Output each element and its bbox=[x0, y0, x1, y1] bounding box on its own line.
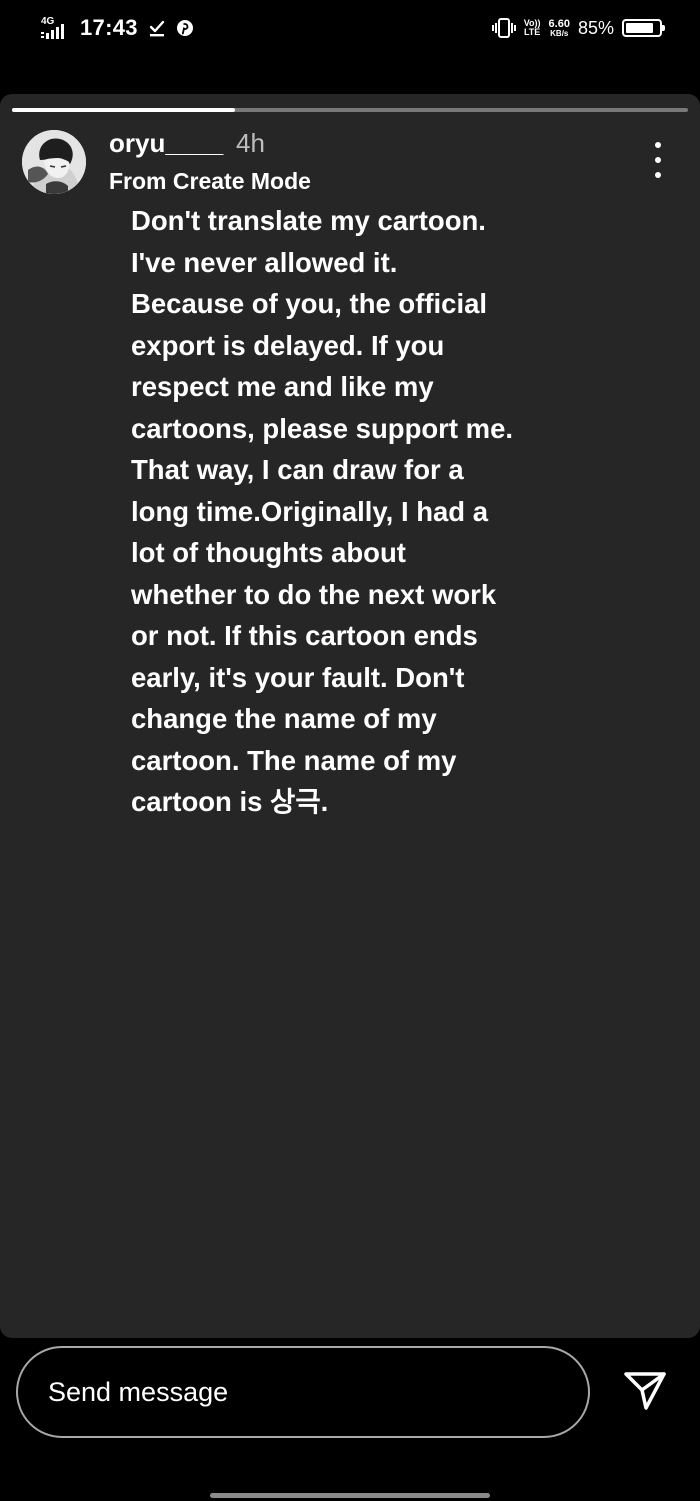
status-bar: 4G 17:43 Vo)) LTE 6.60 KB/s 85% bbox=[0, 0, 700, 56]
battery-icon bbox=[622, 19, 665, 37]
more-dot bbox=[655, 157, 661, 163]
more-dot bbox=[655, 172, 661, 178]
status-bar-left: 4G 17:43 bbox=[40, 10, 194, 46]
story-viewer[interactable]: oryu____ 4h From Create Mode Don't trans… bbox=[0, 94, 700, 1338]
vibrate-icon bbox=[491, 18, 516, 38]
lte-label: LTE bbox=[523, 27, 541, 37]
avatar[interactable] bbox=[22, 130, 86, 194]
battery-percent: 85% bbox=[577, 17, 614, 38]
send-icon[interactable] bbox=[620, 1366, 670, 1416]
network-speed-value: 6.60 bbox=[548, 17, 570, 30]
pinterest-icon bbox=[176, 19, 194, 37]
send-message-input[interactable] bbox=[16, 1346, 590, 1438]
volte-indicator: Vo)) LTE bbox=[524, 19, 541, 37]
story-username[interactable]: oryu____ bbox=[109, 128, 223, 159]
story-progress-fill bbox=[12, 108, 236, 112]
battery-level-fill bbox=[626, 23, 653, 33]
clock: 17:43 bbox=[80, 15, 138, 40]
story-timestamp: 4h bbox=[236, 128, 265, 158]
network-speed: 6.60 KB/s bbox=[548, 17, 570, 38]
download-done-icon bbox=[148, 19, 166, 37]
story-text: Don't translate my cartoon. I've never a… bbox=[131, 205, 514, 817]
signal-icon: 4G bbox=[40, 15, 70, 41]
story-subtitle[interactable]: From Create Mode bbox=[109, 168, 311, 195]
more-options-icon[interactable] bbox=[648, 142, 668, 178]
network-speed-unit: KB/s bbox=[550, 28, 569, 38]
status-bar-right: Vo)) LTE 6.60 KB/s 85% bbox=[491, 10, 665, 46]
more-dot bbox=[655, 142, 661, 148]
home-indicator[interactable] bbox=[210, 1493, 490, 1498]
story-progress-bar bbox=[12, 108, 688, 112]
